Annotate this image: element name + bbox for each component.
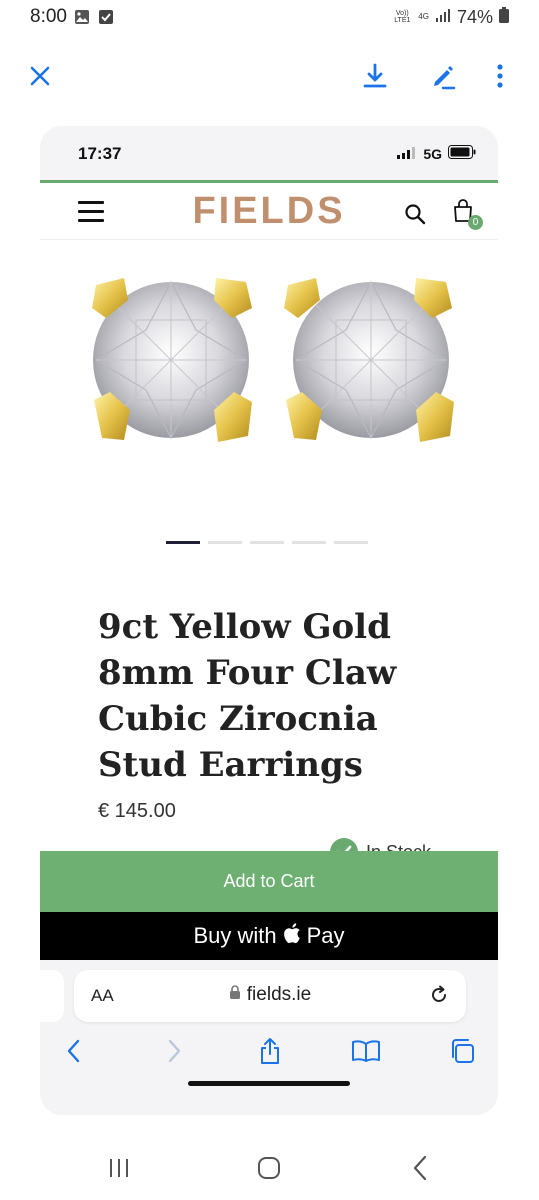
pay-label: Pay <box>306 923 345 948</box>
apple-pay-button[interactable]: Buy with Pay <box>40 912 498 960</box>
forward-icon[interactable] <box>158 1035 190 1067</box>
tabs-icon[interactable] <box>446 1035 478 1067</box>
edit-icon[interactable] <box>427 60 459 92</box>
product-image[interactable] <box>76 270 466 450</box>
android-navigation-bar <box>0 1140 539 1200</box>
download-icon[interactable] <box>359 60 391 92</box>
gallery-icon <box>74 9 90 25</box>
url-text: fields.ie <box>246 984 312 1005</box>
left-earring <box>92 278 252 442</box>
apple-logo-icon <box>283 922 301 950</box>
home-icon[interactable] <box>253 1152 285 1184</box>
share-icon[interactable] <box>254 1035 286 1067</box>
ios-status-bar: 17:37 5G <box>40 126 498 180</box>
webpage: FIELDS 0 9ct Yellow Gold 8mm Four Claw C… <box>40 180 498 1115</box>
network-type: 4G <box>418 12 429 21</box>
reload-icon[interactable] <box>428 984 452 1008</box>
cart-count-badge: 0 <box>468 215 483 230</box>
carousel-indicator <box>166 541 368 544</box>
safari-bottom-bar: AA fields.ie <box>40 960 498 1115</box>
status-time: 8:00 <box>30 6 67 27</box>
signal-icon <box>397 146 417 162</box>
fields-logo[interactable]: FIELDS <box>40 190 498 233</box>
checkbox-icon <box>98 9 114 25</box>
carousel-dot-1[interactable] <box>166 541 200 544</box>
carousel-dot-2[interactable] <box>208 541 242 544</box>
carousel-dot-4[interactable] <box>292 541 326 544</box>
recents-icon[interactable] <box>103 1152 135 1184</box>
volte-indicator: Vo)) LTE1 <box>394 10 411 24</box>
signal-icon <box>435 7 451 28</box>
battery-percent: 74% <box>456 6 493 27</box>
screenshot-frame: 17:37 5G FIELDS 0 9ct Yellow Gold 8mm Fo… <box>40 126 498 1115</box>
close-icon[interactable] <box>24 60 56 92</box>
more-vert-icon[interactable] <box>484 60 516 92</box>
url-display: fields.ie <box>74 984 466 1006</box>
right-earring <box>284 278 454 442</box>
android-status-bar: 8:00 Vo)) LTE1 4G 74% <box>0 0 539 36</box>
home-indicator <box>188 1081 350 1086</box>
previous-tab-peek[interactable] <box>40 970 64 1022</box>
product-price: € 145.00 <box>98 800 176 822</box>
carousel-dot-5[interactable] <box>334 541 368 544</box>
image-viewer-toolbar <box>0 48 539 104</box>
cart-button[interactable]: 0 <box>452 199 483 230</box>
back-icon[interactable] <box>404 1152 436 1184</box>
ios-network: 5G <box>423 145 442 162</box>
lock-icon <box>229 984 241 1006</box>
search-icon[interactable] <box>404 203 426 225</box>
bookmarks-icon[interactable] <box>350 1035 382 1067</box>
address-bar[interactable]: AA fields.ie <box>74 970 466 1022</box>
battery-icon <box>499 6 509 28</box>
carousel-dot-3[interactable] <box>250 541 284 544</box>
ios-status-right: 5G <box>397 145 476 162</box>
product-title: 9ct Yellow Gold 8mm Four Claw Cubic Ziro… <box>98 607 397 785</box>
status-right-group: Vo)) LTE1 4G 74% <box>392 6 509 28</box>
ios-time: 17:37 <box>78 144 122 163</box>
back-icon[interactable] <box>58 1035 90 1067</box>
site-header: FIELDS 0 <box>40 183 498 240</box>
buy-with-label: Buy with <box>193 923 277 948</box>
battery-icon <box>448 145 476 162</box>
add-to-cart-button[interactable]: Add to Cart <box>40 851 498 912</box>
